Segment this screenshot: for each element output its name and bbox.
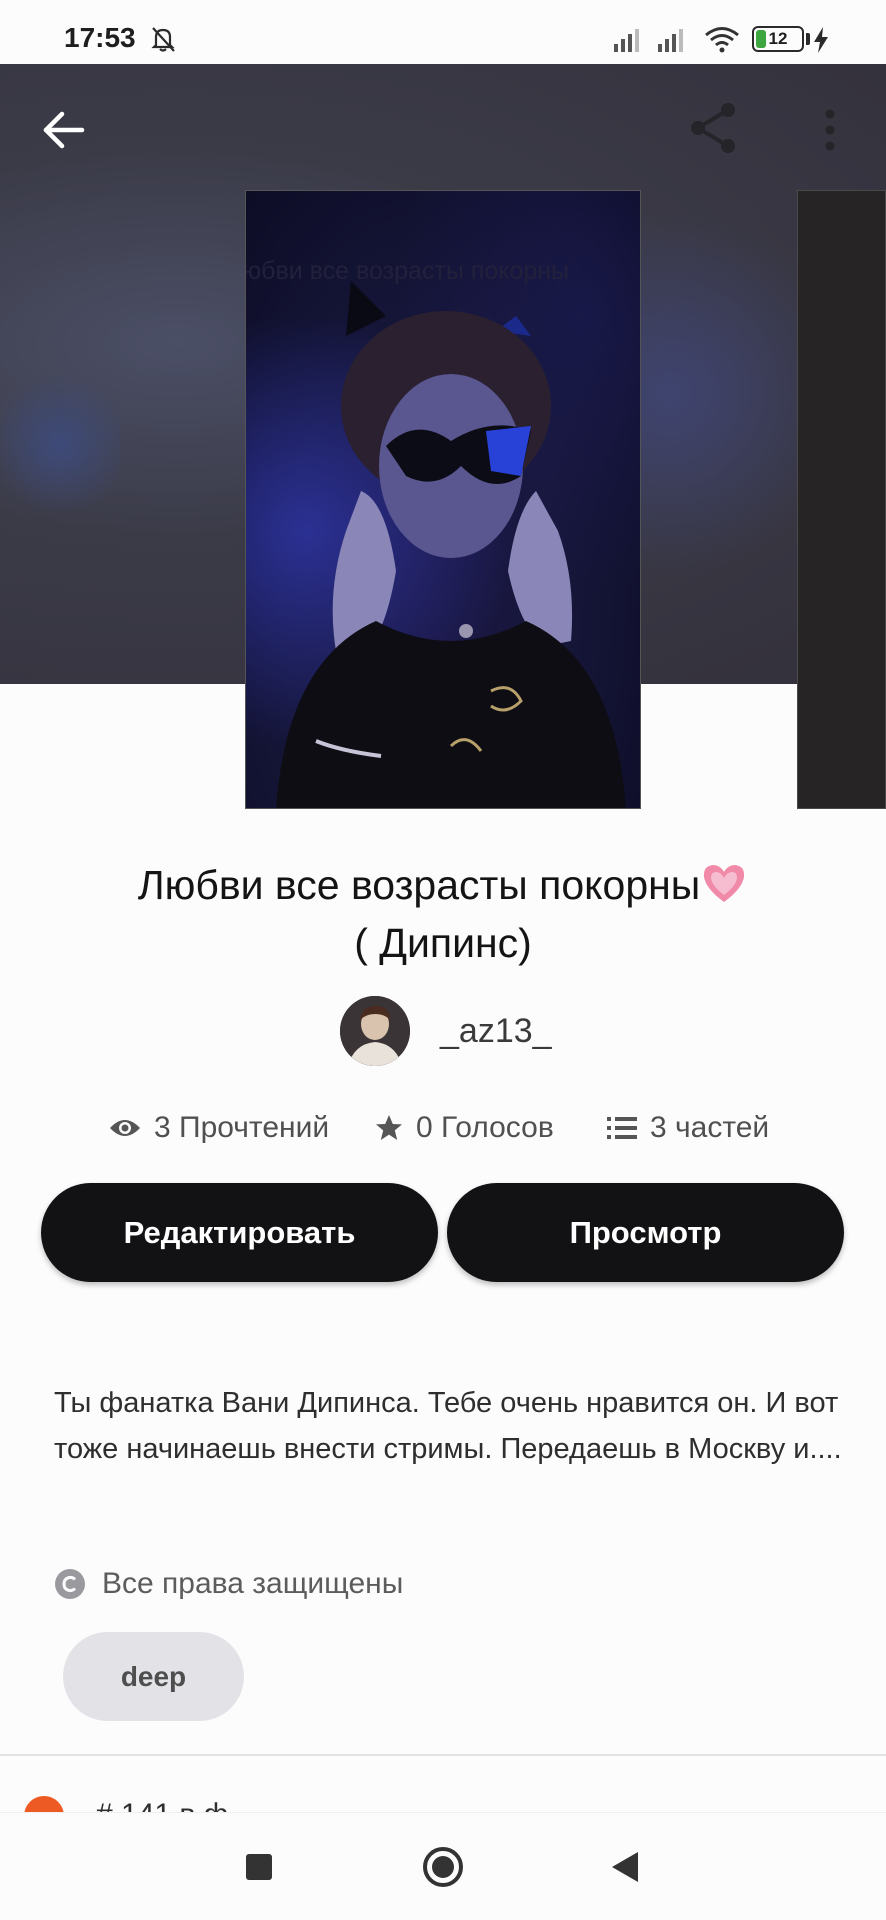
battery-icon: 12 bbox=[752, 26, 804, 52]
back-arrow-icon[interactable] bbox=[36, 102, 92, 158]
story-title-line1: Любви все возрасты покорны bbox=[137, 862, 701, 908]
share-icon[interactable] bbox=[684, 98, 744, 158]
edit-button[interactable]: Редактировать bbox=[41, 1183, 438, 1282]
avatar[interactable] bbox=[340, 996, 410, 1066]
back-triangle-icon[interactable] bbox=[610, 1850, 640, 1884]
bell-off-icon bbox=[151, 27, 175, 52]
heart-emoji-icon bbox=[704, 865, 745, 902]
author[interactable]: _az13_ bbox=[340, 996, 552, 1066]
story-title-line2: ( Дипинс) bbox=[354, 920, 532, 966]
charging-icon bbox=[814, 27, 828, 53]
home-button[interactable] bbox=[422, 1846, 464, 1888]
copyright-icon bbox=[55, 1569, 85, 1599]
copyright-notice: Все права защищены bbox=[54, 1564, 403, 1604]
author-name[interactable]: _az13_ bbox=[440, 1012, 552, 1051]
view-button[interactable]: Просмотр bbox=[447, 1183, 844, 1282]
story-stats: 3 Прочтений 0 Голосов 3 частей bbox=[0, 1104, 886, 1152]
recents-button[interactable] bbox=[246, 1854, 272, 1880]
story-title: Любви все возрасты покорны ( Дипинс) bbox=[40, 856, 846, 972]
reads-stat: 3 Прочтений bbox=[108, 1104, 329, 1152]
divider bbox=[0, 1754, 886, 1756]
more-vertical-icon[interactable] bbox=[810, 102, 850, 158]
status-time: 17:53 bbox=[64, 22, 136, 53]
signal-icon bbox=[614, 29, 639, 52]
parts-stat: 3 частей bbox=[606, 1104, 769, 1152]
eye-icon bbox=[110, 1120, 140, 1136]
next-cover[interactable] bbox=[797, 190, 886, 809]
avatar-image bbox=[340, 996, 410, 1066]
battery-tip bbox=[806, 33, 810, 45]
wifi-icon bbox=[705, 27, 739, 53]
tag-chip[interactable]: deep bbox=[63, 1632, 244, 1721]
star-icon bbox=[376, 1115, 402, 1140]
battery-level: 12 bbox=[768, 29, 788, 48]
parts-count: 3 частей bbox=[650, 1111, 770, 1144]
copyright-text: Все права защищены bbox=[102, 1567, 404, 1600]
story-description: Ты фанатка Вани Дипинса. Тебе очень нрав… bbox=[54, 1387, 842, 1465]
list-icon bbox=[607, 1117, 637, 1139]
background-blur bbox=[0, 364, 120, 524]
signal-icon bbox=[658, 29, 683, 52]
cover-overlay-title: Любви все возрасты покорны bbox=[245, 257, 570, 285]
votes-stat: 0 Голосов bbox=[374, 1104, 554, 1152]
story-cover[interactable]: Любви все возрасты покорны bbox=[245, 190, 641, 809]
status-bar: 17:53 12 bbox=[0, 0, 886, 64]
reads-count: 3 Прочтений bbox=[154, 1111, 330, 1144]
votes-count: 0 Голосов bbox=[416, 1111, 554, 1144]
